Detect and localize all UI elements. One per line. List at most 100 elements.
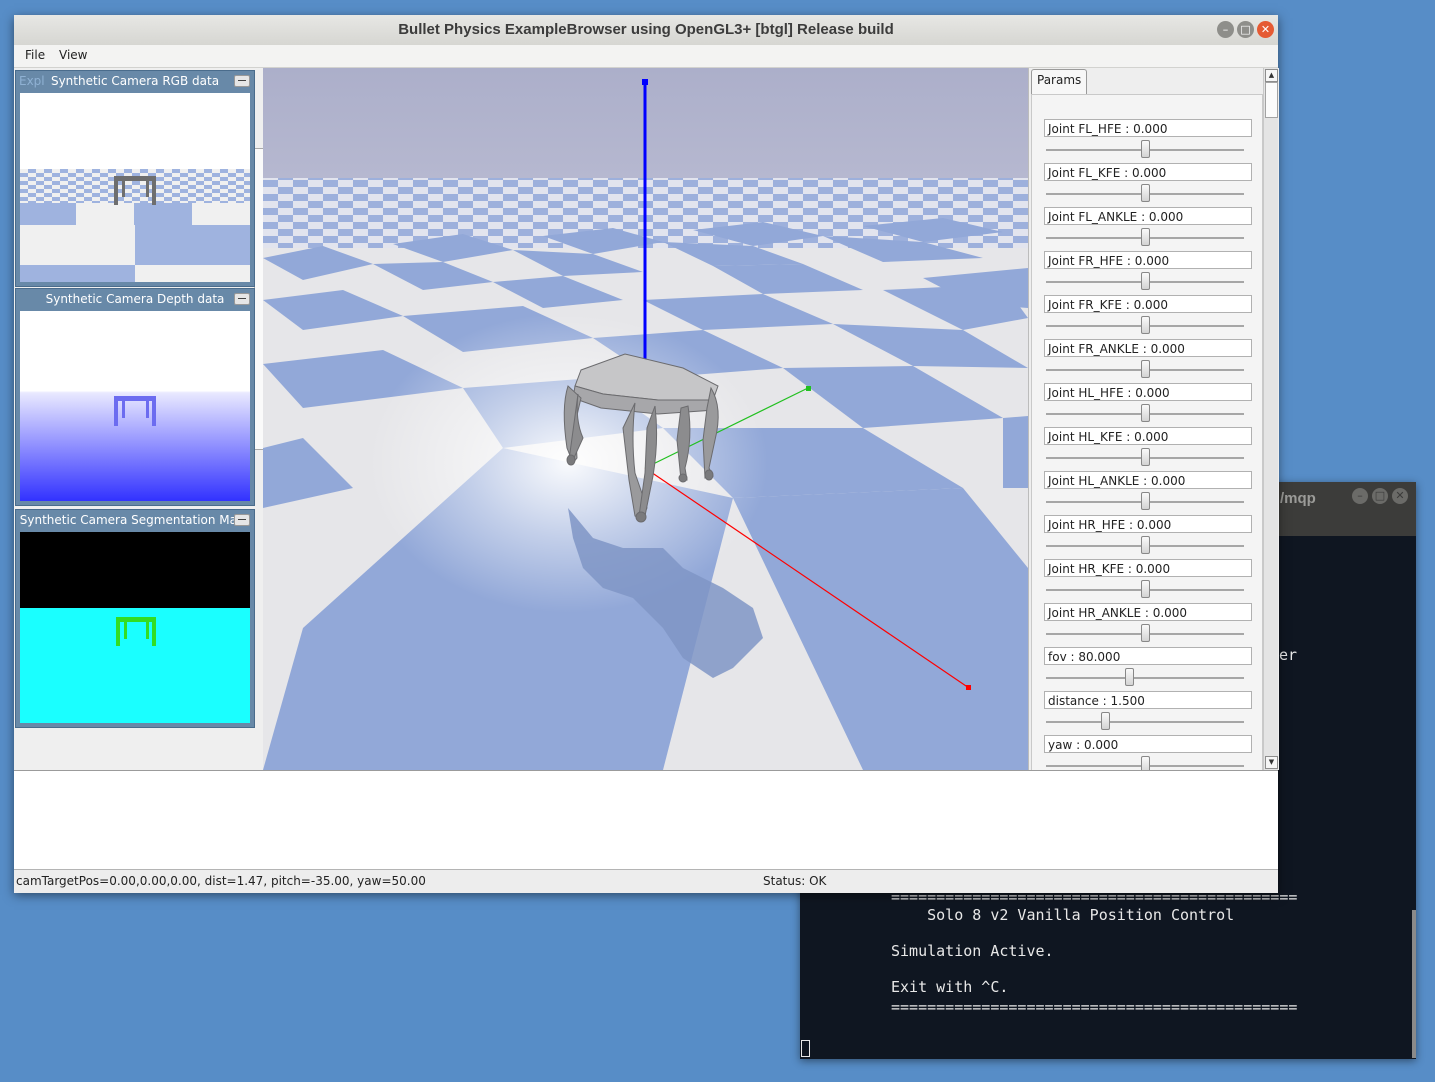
param-slider-row: Joint FR_KFE : 0.000 [1044,295,1254,339]
minimize-icon[interactable] [234,514,250,526]
param-slider-row: Joint FL_HFE : 0.000 [1044,119,1254,163]
minimize-icon[interactable]: – [1217,21,1234,38]
slider-thumb[interactable] [1141,272,1150,290]
param-slider-row: Joint FL_KFE : 0.000 [1044,163,1254,207]
maximize-icon[interactable]: □ [1237,21,1254,38]
example-browser-window: Bullet Physics ExampleBrowser using Open… [14,15,1279,893]
tab-params[interactable]: Params [1031,69,1088,94]
minimize-icon[interactable] [234,293,250,305]
z-axis-marker [642,79,648,85]
param-label: Joint FR_KFE : 0.000 [1044,295,1252,313]
camera-status: camTargetPos=0.00,0.00,0.00, dist=1.47, … [16,874,426,888]
param-label: Joint FL_KFE : 0.000 [1044,163,1252,181]
param-label: Joint FL_ANKLE : 0.000 [1044,207,1252,225]
slider-thumb[interactable] [1141,404,1150,422]
terminal-exit-line: Exit with ^C. [891,978,1009,996]
terminal-cursor [801,1040,810,1057]
slider-thumb[interactable] [1141,316,1150,334]
param-slider-row: Joint FR_HFE : 0.000 [1044,251,1254,295]
rgb-camera-image [20,93,250,282]
param-label: Joint HL_HFE : 0.000 [1044,383,1252,401]
window-titlebar[interactable]: Bullet Physics ExampleBrowser using Open… [14,15,1278,46]
param-label: Joint FR_HFE : 0.000 [1044,251,1252,269]
window-title: Bullet Physics ExampleBrowser using Open… [398,21,894,38]
menu-view[interactable]: View [59,48,87,62]
params-list: Joint FL_HFE : 0.000 Joint FL_KFE : 0.000… [1031,94,1263,772]
slider-thumb[interactable] [1101,712,1110,730]
param-label: Joint HR_KFE : 0.000 [1044,559,1252,577]
scroll-up-icon[interactable]: ▲ [1265,69,1278,82]
y-axis-marker [806,386,811,391]
segmentation-camera-image [20,532,250,723]
terminal-scrollbar[interactable] [1412,910,1416,1058]
slider-thumb[interactable] [1141,448,1150,466]
param-label: distance : 1.500 [1044,691,1252,709]
slider-thumb[interactable] [1125,668,1134,686]
x-axis-marker [966,685,971,690]
segmentation-camera-window: Synthetic Camera Segmentation Mask [15,509,255,728]
segmentation-camera-title[interactable]: Synthetic Camera Segmentation Mask [16,510,254,530]
param-slider-row: Joint HR_ANKLE : 0.000 [1044,603,1254,647]
param-slider-row: Joint HL_ANKLE : 0.000 [1044,471,1254,515]
minimize-icon[interactable] [234,75,250,87]
slider-thumb[interactable] [1141,580,1150,598]
param-slider-row: fov : 80.000 [1044,647,1254,691]
param-label: Joint HR_HFE : 0.000 [1044,515,1252,533]
param-label: Joint FR_ANKLE : 0.000 [1044,339,1252,357]
param-label: Joint HL_KFE : 0.000 [1044,427,1252,445]
minimize-icon[interactable]: – [1352,488,1368,504]
terminal-line: er [1279,646,1298,664]
status-text: Status: OK [763,874,827,888]
slider-thumb[interactable] [1141,536,1150,554]
slider-thumb[interactable] [1141,140,1150,158]
params-scrollbar[interactable]: ▲ ▼ [1263,68,1278,770]
left-panel: Expl Synthetic Camera RGB data Synthetic… [14,68,264,770]
param-label: Joint HR_ANKLE : 0.000 [1044,603,1252,621]
menu-bar: File View [14,45,1278,68]
explorer-hidden-label: Expl [19,74,45,88]
rgb-camera-render [20,93,250,282]
status-bar: camTargetPos=0.00,0.00,0.00, dist=1.47, … [14,869,1278,893]
param-slider-row: Joint FL_ANKLE : 0.000 [1044,207,1254,251]
param-slider-row: yaw : 0.000 [1044,735,1254,771]
3d-viewport[interactable] [263,68,1028,770]
depth-camera-window: Synthetic Camera Depth data [15,288,255,506]
param-slider-row: Joint HL_KFE : 0.000 [1044,427,1254,471]
rgb-camera-title[interactable]: Expl Synthetic Camera RGB data [16,71,254,91]
slider-track[interactable] [1046,677,1244,679]
param-label: fov : 80.000 [1044,647,1252,665]
depth-camera-render [20,311,250,501]
segmentation-mask-render [20,532,250,723]
terminal-title: /mqp [1280,490,1316,507]
menu-file[interactable]: File [25,48,45,62]
param-label: Joint HL_ANKLE : 0.000 [1044,471,1252,489]
param-slider-row: distance : 1.500 [1044,691,1254,735]
terminal-rule: ========================================… [891,998,1298,1016]
param-label: Joint FL_HFE : 0.000 [1044,119,1252,137]
scroll-thumb[interactable] [1265,82,1278,118]
terminal-heading: Solo 8 v2 Vanilla Position Control [891,906,1235,924]
maximize-icon[interactable]: □ [1372,488,1388,504]
terminal-status-line: Simulation Active. [891,942,1054,960]
log-output-area[interactable] [14,770,1278,870]
scroll-down-icon[interactable]: ▼ [1265,756,1278,769]
rgb-camera-title-text: Synthetic Camera RGB data [50,74,220,88]
slider-thumb[interactable] [1141,360,1150,378]
depth-camera-title[interactable]: Synthetic Camera Depth data [16,289,254,309]
scene-render [263,68,1028,770]
slider-thumb[interactable] [1141,184,1150,202]
slider-thumb[interactable] [1141,228,1150,246]
param-slider-row: Joint HR_HFE : 0.000 [1044,515,1254,559]
close-icon[interactable]: ✕ [1392,488,1408,504]
param-slider-row: Joint HR_KFE : 0.000 [1044,559,1254,603]
params-panel: Params Joint FL_HFE : 0.000 Joint FL_KFE … [1028,68,1279,772]
param-slider-row: Joint FR_ANKLE : 0.000 [1044,339,1254,383]
depth-camera-image [20,311,250,501]
slider-thumb[interactable] [1141,624,1150,642]
param-label: yaw : 0.000 [1044,735,1252,753]
rgb-camera-window: Expl Synthetic Camera RGB data [15,70,255,287]
slider-thumb[interactable] [1141,492,1150,510]
close-icon[interactable]: ✕ [1257,21,1274,38]
slider-track[interactable] [1046,721,1244,723]
param-slider-row: Joint HL_HFE : 0.000 [1044,383,1254,427]
